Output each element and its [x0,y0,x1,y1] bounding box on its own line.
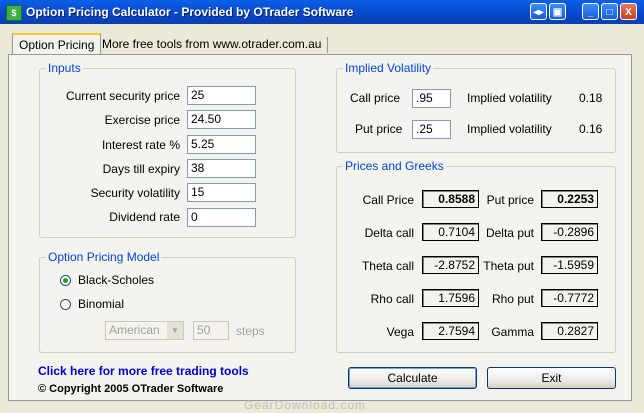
vega-label: Vega [386,325,414,339]
call-price-label: Call price [350,91,401,105]
rho-call-value: 1.7596 [422,289,479,307]
inputs-legend: Inputs [48,61,81,75]
call-price-input[interactable]: .95 [412,89,451,108]
theta-put-label: Theta put [483,259,534,273]
field-label: Current security price [65,89,180,103]
maximize-button[interactable]: □ [601,3,618,20]
rho-put-value: -0.7772 [541,289,598,307]
implied-vol-call-value: 0.18 [579,91,603,105]
close-button[interactable]: X [620,3,637,20]
delta-call-label: Delta call [364,226,414,240]
current-price-input[interactable]: 25 [187,86,256,105]
exercise-price-input[interactable]: 24.50 [187,110,256,129]
implied-volatility-legend: Implied Volatility [345,61,432,75]
exit-button[interactable]: Exit [487,367,616,389]
call-price-result: 0.8588 [422,190,479,208]
volatility-input[interactable]: 15 [187,183,256,202]
chevron-down-icon[interactable]: ▼ [167,322,183,339]
field-label: Dividend rate [109,210,180,224]
implied-vol-put-label: Implied volatility [467,122,552,136]
watermark: GearDownload.com [244,398,367,412]
tab-option-pricing[interactable]: Option Pricing [12,33,102,56]
option-style-select[interactable]: American ▼ [105,321,184,340]
rho-put-label: Rho put [491,292,534,306]
gamma-value: 0.2827 [541,322,598,340]
put-price-result: 0.2253 [541,190,598,208]
window-title: Option Pricing Calculator - Provided by … [26,5,354,19]
binomial-label[interactable]: Binomial [78,297,124,311]
app-icon: $ [6,5,22,21]
interest-rate-input[interactable]: 5.25 [187,135,256,154]
implied-volatility-group: Implied Volatility [336,61,616,153]
put-price-result-label: Put price [486,193,534,207]
dividend-rate-input[interactable]: 0 [187,208,256,227]
extra-button-icon[interactable]: ◂▸ [530,3,547,20]
implied-vol-put-value: 0.16 [579,122,603,136]
delta-call-value: 0.7104 [422,223,479,241]
delta-put-value: -0.2896 [541,223,598,241]
option-style-value: American [109,323,160,337]
black-scholes-label[interactable]: Black-Scholes [78,273,154,287]
days-expiry-input[interactable]: 38 [187,159,256,178]
model-legend: Option Pricing Model [48,250,160,264]
call-price-result-label: Call Price [362,193,414,207]
vega-value: 2.7594 [422,322,479,340]
free-tools-link[interactable]: Click here for more free trading tools [38,364,249,378]
gamma-label: Gamma [491,325,534,339]
prices-greeks-legend: Prices and Greeks [345,159,444,173]
field-label: Exercise price [104,113,180,127]
copyright-text: © Copyright 2005 OTrader Software [38,383,224,395]
binomial-radio[interactable] [60,299,71,310]
theta-call-value: -2.8752 [422,256,479,274]
steps-input[interactable]: 50 [193,321,229,340]
implied-vol-call-label: Implied volatility [467,91,552,105]
minimize-button[interactable]: _ [582,3,599,20]
put-price-input[interactable]: .25 [412,120,451,139]
theta-call-label: Theta call [361,259,414,273]
steps-label: steps [236,324,265,338]
theta-put-value: -1.5959 [541,256,598,274]
field-label: Days till expiry [102,162,180,176]
field-label: Interest rate % [101,138,180,152]
put-price-label: Put price [355,122,403,136]
title-bar[interactable]: $ Option Pricing Calculator - Provided b… [0,0,644,24]
delta-put-label: Delta put [485,226,534,240]
field-label: Security volatility [90,186,180,200]
rho-call-label: Rho call [370,292,414,306]
restore-panel-icon[interactable]: ▣ [549,3,566,20]
calculate-button[interactable]: Calculate [348,367,477,389]
black-scholes-radio[interactable] [60,275,71,286]
tab-more-tools[interactable]: More free tools from www.otrader.com.au [96,37,329,53]
